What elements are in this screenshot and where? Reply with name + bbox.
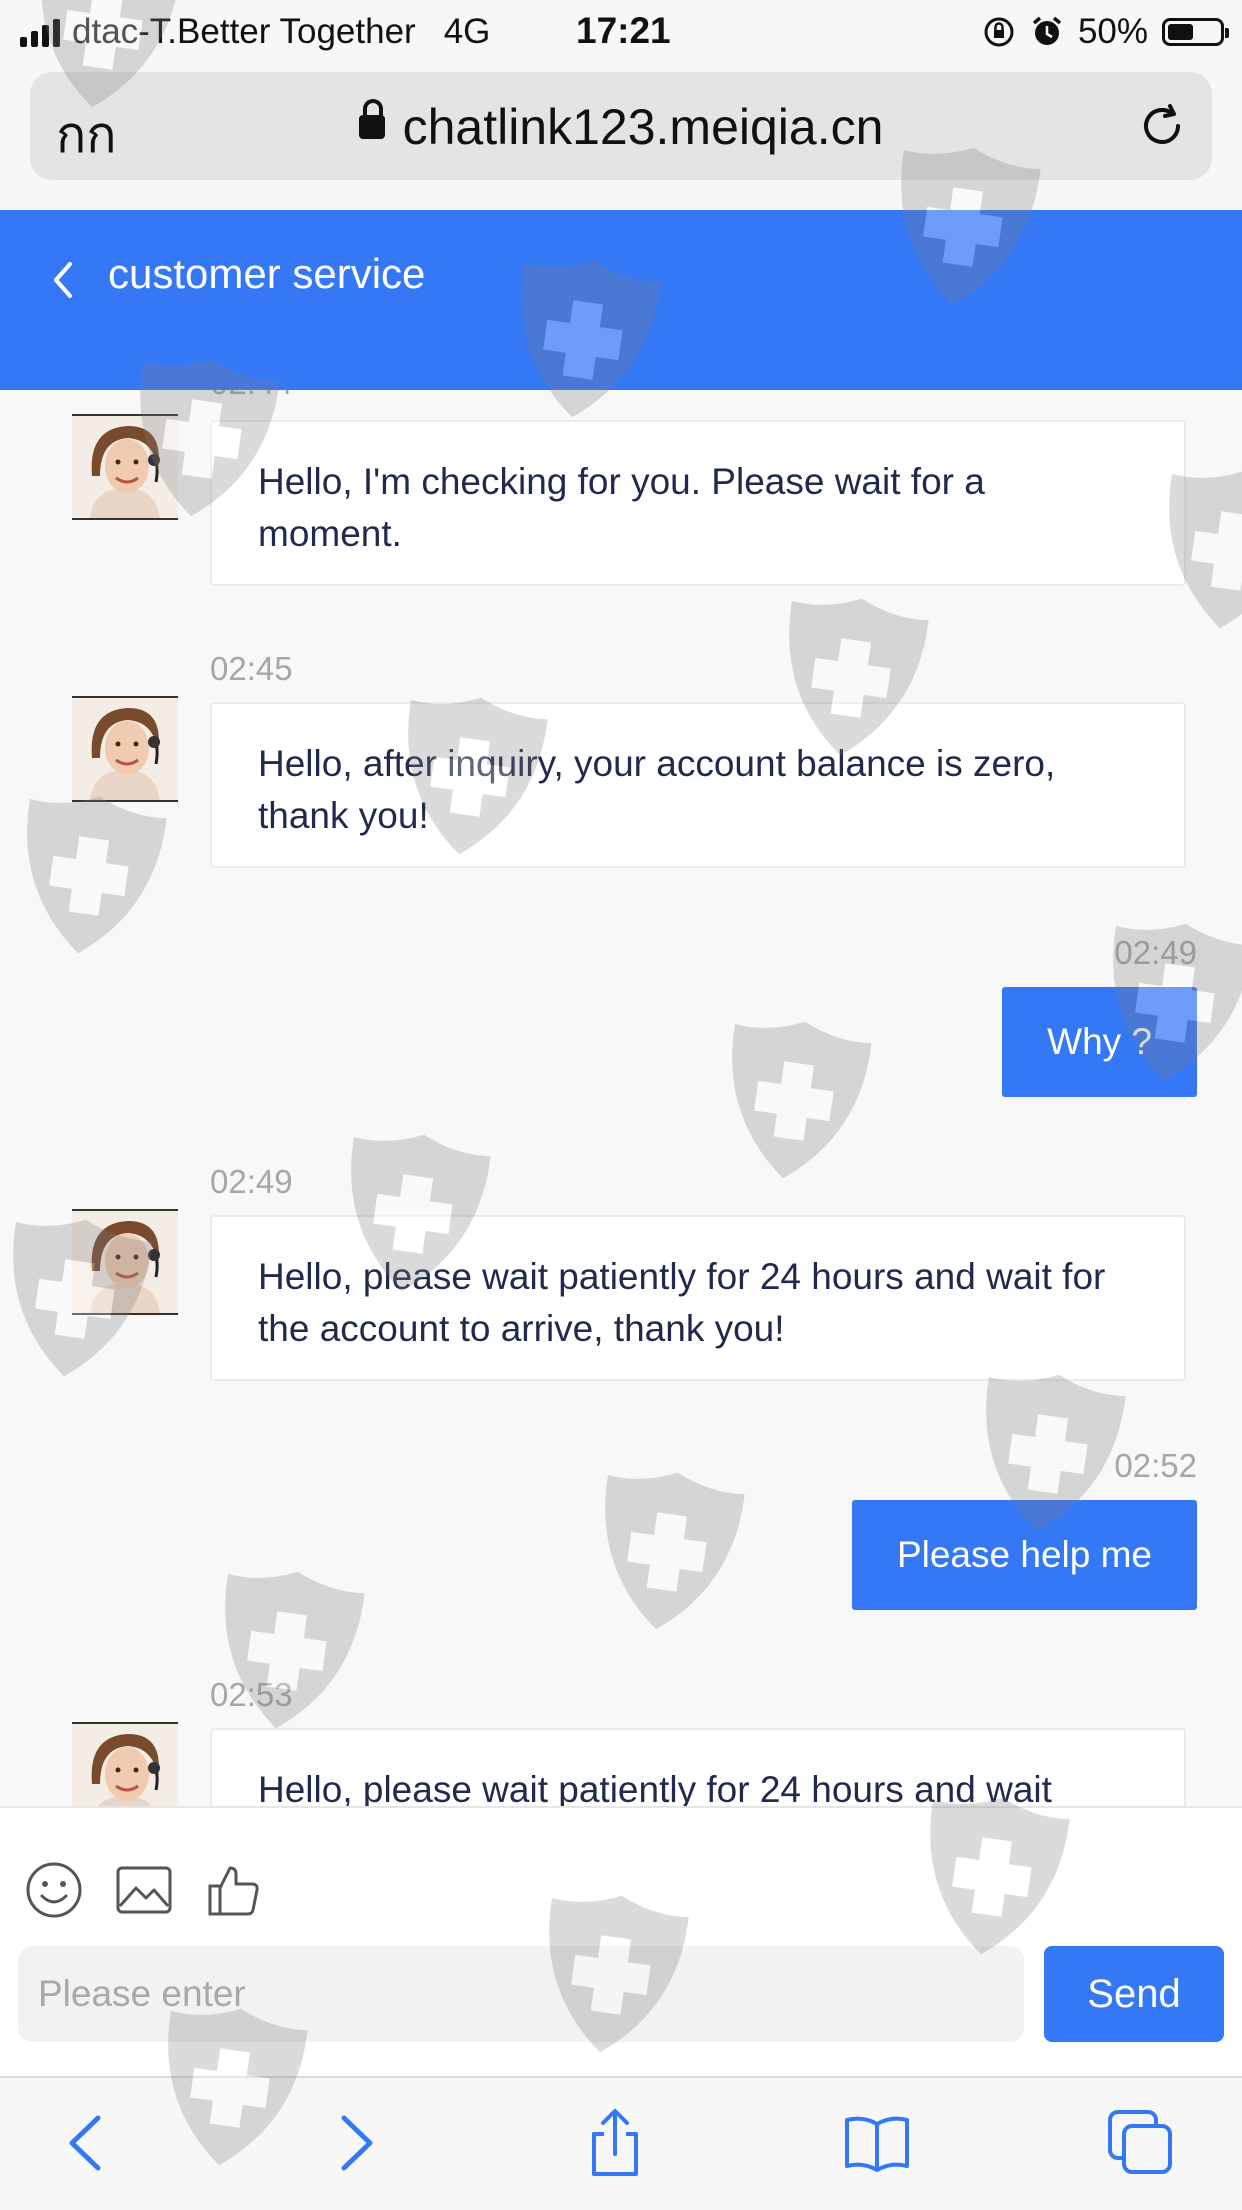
- user-message-bubble: Why ?: [1002, 987, 1197, 1097]
- browser-address-area: กก chatlink123.meiqia.cn: [0, 62, 1242, 210]
- reload-icon[interactable]: [1134, 98, 1190, 154]
- page-title: customer service: [108, 250, 426, 297]
- alarm-icon: [1032, 16, 1062, 45]
- address-bar[interactable]: กก chatlink123.meiqia.cn: [30, 72, 1212, 180]
- battery-icon: [1162, 18, 1229, 46]
- agent-message-bubble: Hello, after inquiry, your account balan…: [210, 702, 1186, 868]
- carrier-name: dtac-T.Better Together: [72, 12, 416, 51]
- agent-avatar: [72, 414, 178, 520]
- back-icon[interactable]: [52, 2108, 122, 2178]
- network-type: 4G: [443, 12, 491, 51]
- agent-avatar: [72, 696, 178, 802]
- user-message-bubble: Please help me: [851, 1500, 1197, 1610]
- image-icon[interactable]: [114, 1860, 174, 1920]
- emoji-icon[interactable]: [24, 1860, 84, 1920]
- message-timestamp: 02:44: [210, 390, 293, 402]
- status-bar: dtac-T.Better Together 4G 17:21 50%: [0, 0, 1242, 62]
- bookmarks-icon[interactable]: [842, 2108, 912, 2178]
- agent-avatar: [72, 1209, 178, 1315]
- message-input[interactable]: [18, 1946, 1024, 2042]
- chat-messages[interactable]: 02:44 Hello, I'm checking for you. Pleas…: [0, 390, 1242, 1806]
- agent-message-bubble: Hello, I'm checking for you. Please wait…: [210, 420, 1186, 586]
- message-timestamp: 02:45: [210, 650, 293, 687]
- orientation-lock-icon: [984, 17, 1014, 47]
- agent-message-bubble: Hello, please wait patiently for 24 hour…: [210, 1215, 1186, 1381]
- message-timestamp: 02:49: [210, 1163, 293, 1200]
- agent-avatar: [72, 1722, 178, 1806]
- message-timestamp: 02:53: [210, 1676, 293, 1713]
- forward-icon[interactable]: [320, 2108, 390, 2178]
- lock-icon: [358, 98, 385, 139]
- browser-toolbar: [0, 2076, 1242, 2210]
- back-chevron-icon[interactable]: [44, 250, 84, 310]
- message-timestamp: 02:52: [1114, 1447, 1197, 1484]
- tabs-icon[interactable]: [1106, 2108, 1176, 2178]
- message-timestamp: 02:49: [1114, 934, 1197, 971]
- share-icon[interactable]: [580, 2108, 650, 2178]
- chat-header: customer service: [0, 210, 1242, 390]
- send-button[interactable]: Send: [1044, 1946, 1224, 2042]
- url-text[interactable]: chatlink123.meiqia.cn: [403, 99, 884, 155]
- battery-percent: 50%: [1077, 12, 1148, 51]
- agent-message-bubble: Hello, please wait patiently for 24 hour…: [210, 1728, 1186, 1806]
- signal-icon: [20, 17, 60, 47]
- clock: 17:21: [576, 10, 671, 51]
- thumbs-up-icon[interactable]: [204, 1860, 264, 1920]
- message-composer: Send: [0, 1806, 1242, 2078]
